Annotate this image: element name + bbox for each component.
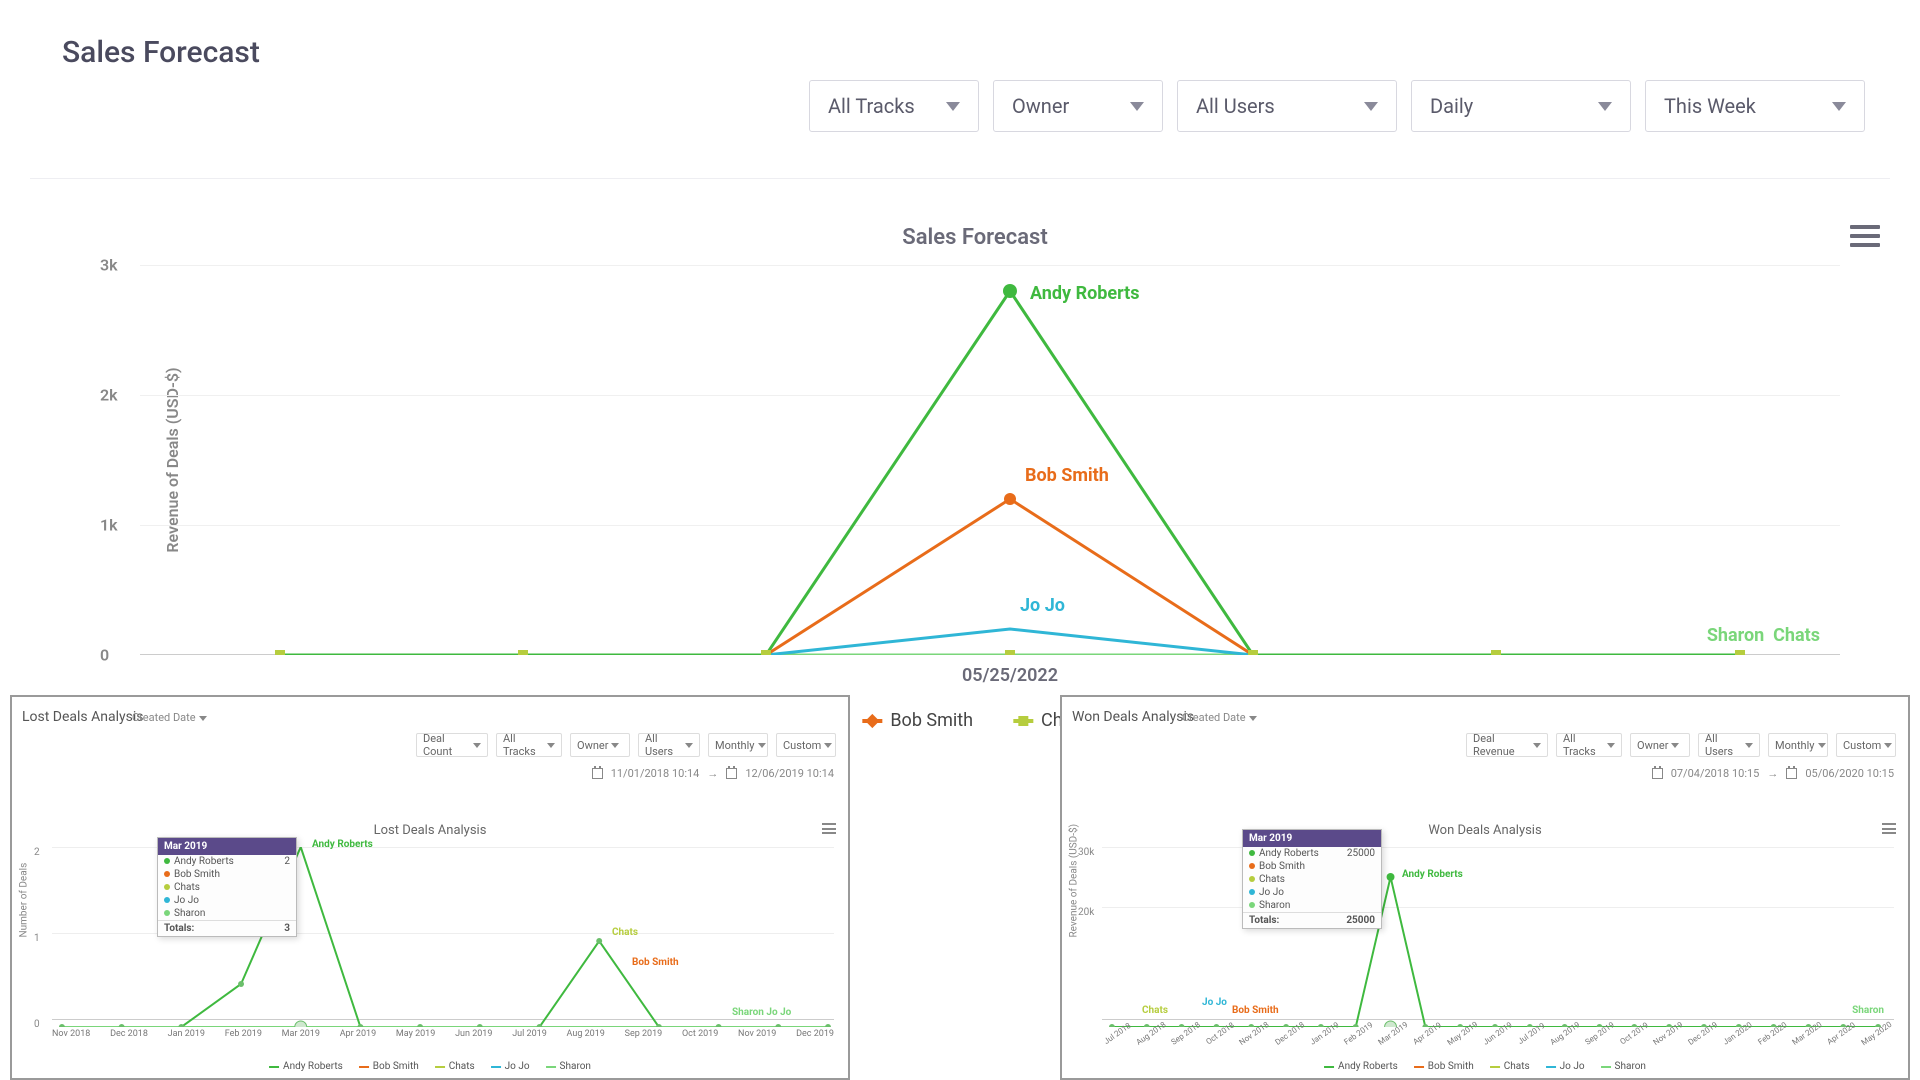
- calendar-icon[interactable]: [726, 768, 737, 779]
- lost-title: Lost Deals Analysis: [22, 709, 144, 725]
- won-chart-title: Won Deals Analysis: [1428, 823, 1541, 838]
- calendar-icon[interactable]: [1786, 768, 1797, 779]
- y-tick-0: 0: [100, 646, 109, 665]
- chevron-down-icon: [946, 102, 960, 111]
- chevron-down-icon: [199, 716, 207, 721]
- filter-interval-label: Daily: [1430, 94, 1473, 118]
- plot-area: Revenue of Deals (USD-$) 3k 2k 1k 0: [140, 265, 1840, 655]
- won-chart-menu-icon[interactable]: [1882, 823, 1896, 834]
- lost-date-to: 12/06/2019 10:14: [745, 767, 834, 780]
- chart-title: Sales Forecast: [902, 225, 1047, 250]
- chevron-down-icon: [1364, 102, 1378, 111]
- series-label-andy: Andy Roberts: [1030, 283, 1139, 304]
- y-tick-1k: 1k: [100, 516, 118, 535]
- won-legend: Andy Roberts Bob Smith Chats Jo Jo Sharo…: [1324, 1061, 1646, 1072]
- chevron-down-icon: [1598, 102, 1612, 111]
- x-axis-label: 05/25/2022: [962, 665, 1058, 686]
- won-plot: 30k 20k Andy Roberts Chats Jo Jo Bob Smi…: [1102, 847, 1894, 1027]
- won-date-to: 05/06/2020 10:15: [1805, 767, 1894, 780]
- filter-tracks-label: All Tracks: [828, 94, 915, 118]
- won-y-title: Revenue of Deals (USD-$): [1069, 824, 1080, 938]
- lost-legend: Andy Roberts Bob Smith Chats Jo Jo Sharo…: [269, 1061, 591, 1072]
- lost-filter-5[interactable]: Custom: [776, 733, 836, 757]
- chart-menu-icon[interactable]: [1850, 225, 1880, 247]
- chevron-down-icon: [1130, 102, 1144, 111]
- chart-svg: [140, 265, 1840, 655]
- lost-filter-3[interactable]: All Users: [638, 733, 700, 757]
- lost-y-title: Number of Deals: [19, 863, 30, 938]
- chevron-down-icon: [1249, 716, 1257, 721]
- series-label-sharon-chats: Sharon Chats: [1707, 625, 1820, 646]
- calendar-icon[interactable]: [592, 768, 603, 779]
- filter-users[interactable]: All Users: [1177, 80, 1397, 132]
- lost-tooltip: Mar 2019 Andy Roberts2 Bob Smith Chats J…: [157, 837, 297, 937]
- y-tick-3k: 3k: [100, 256, 118, 275]
- filter-range-label: This Week: [1664, 94, 1756, 118]
- divider: [30, 178, 1890, 179]
- lost-dates: 11/01/2018 10:14 → 12/06/2019 10:14: [592, 767, 834, 780]
- filter-bar: All Tracks Owner All Users Daily This We…: [809, 80, 1865, 132]
- filter-users-label: All Users: [1196, 94, 1275, 118]
- won-dates: 07/04/2018 10:15 → 05/06/2020 10:15: [1652, 767, 1894, 780]
- won-filters: Deal Revenue All Tracks Owner All Users …: [1466, 733, 1896, 757]
- won-date-from: 07/04/2018 10:15: [1671, 767, 1760, 780]
- won-subtitle[interactable]: Created Date: [1182, 711, 1257, 724]
- lost-filters: Deal Count All Tracks Owner All Users Mo…: [416, 733, 836, 757]
- won-filter-0[interactable]: Deal Revenue: [1466, 733, 1548, 757]
- won-tooltip: Mar 2019 Andy Roberts25000 Bob Smith Cha…: [1242, 829, 1382, 929]
- won-filter-4[interactable]: Monthly: [1768, 733, 1828, 757]
- lost-filter-1[interactable]: All Tracks: [496, 733, 562, 757]
- chevron-down-icon: [1832, 102, 1846, 111]
- calendar-icon[interactable]: [1652, 768, 1663, 779]
- won-xticks: Jul 2018Aug 2018Sep 2018Oct 2018Nov 2018…: [1102, 1029, 1894, 1038]
- won-deals-panel: Won Deals Analysis Created Date Deal Rev…: [1060, 695, 1910, 1080]
- lost-date-from: 11/01/2018 10:14: [611, 767, 700, 780]
- filter-tracks[interactable]: All Tracks: [809, 80, 979, 132]
- won-filter-3[interactable]: All Users: [1698, 733, 1760, 757]
- lost-deals-panel: Lost Deals Analysis Created Date Deal Co…: [10, 695, 850, 1080]
- lost-xticks: Nov 2018Dec 2018Jan 2019Feb 2019Mar 2019…: [52, 1029, 834, 1039]
- lost-chart-title: Lost Deals Analysis: [374, 823, 487, 838]
- legend-bob[interactable]: Bob Smith: [862, 710, 973, 731]
- sales-forecast-chart: Sales Forecast Revenue of Deals (USD-$) …: [70, 225, 1880, 745]
- y-tick-2k: 2k: [100, 386, 118, 405]
- filter-interval[interactable]: Daily: [1411, 80, 1631, 132]
- lost-chart-menu-icon[interactable]: [822, 823, 836, 834]
- lost-filter-2[interactable]: Owner: [570, 733, 630, 757]
- won-filter-1[interactable]: All Tracks: [1556, 733, 1622, 757]
- filter-owner[interactable]: Owner: [993, 80, 1163, 132]
- lost-filter-0[interactable]: Deal Count: [416, 733, 488, 757]
- filter-owner-label: Owner: [1012, 94, 1069, 118]
- won-filter-5[interactable]: Custom: [1836, 733, 1896, 757]
- won-filter-2[interactable]: Owner: [1630, 733, 1690, 757]
- chart-legend: Bob Smith Chats: [862, 710, 1087, 731]
- series-label-bob: Bob Smith: [1025, 465, 1109, 486]
- lost-filter-4[interactable]: Monthly: [708, 733, 768, 757]
- page-title: Sales Forecast: [62, 35, 260, 70]
- lost-subtitle[interactable]: Created Date: [132, 711, 207, 724]
- filter-range[interactable]: This Week: [1645, 80, 1865, 132]
- series-label-jojo: Jo Jo: [1020, 595, 1065, 616]
- won-title: Won Deals Analysis: [1072, 709, 1194, 725]
